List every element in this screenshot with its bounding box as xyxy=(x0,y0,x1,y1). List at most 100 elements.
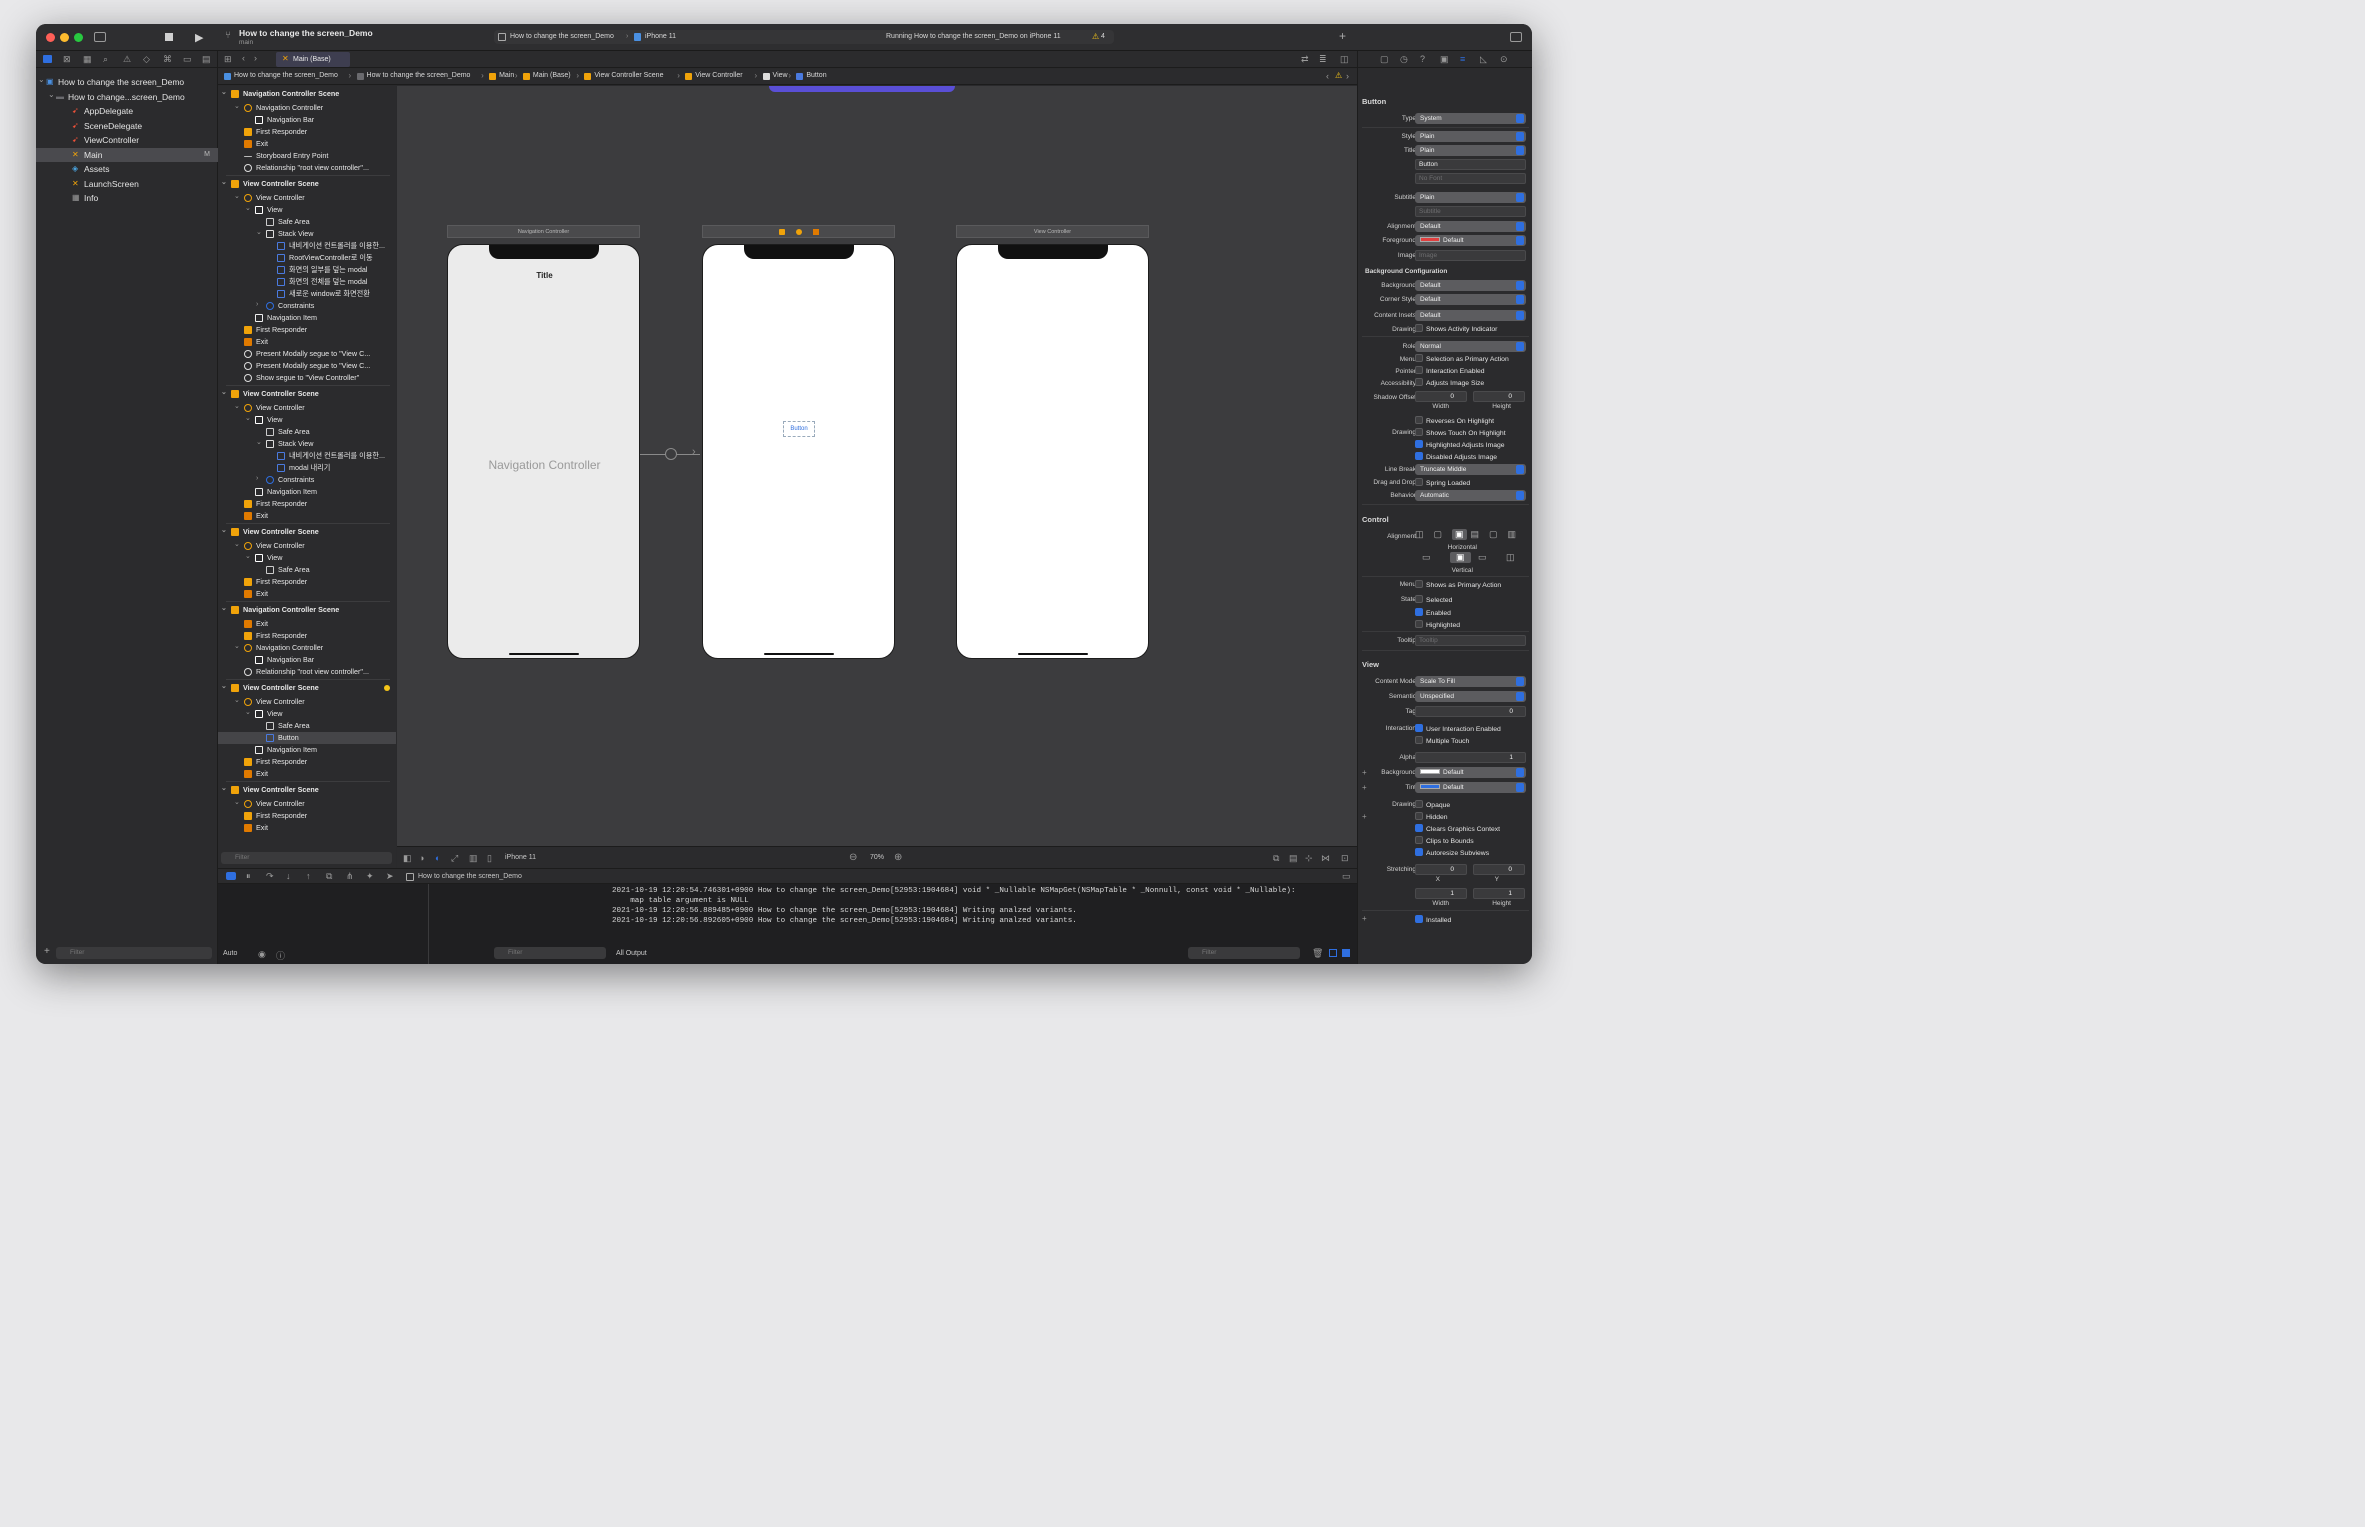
outline-item[interactable]: ⌄ View Controller xyxy=(218,798,396,810)
disclosure-icon[interactable]: ⌄ xyxy=(234,540,240,551)
breakpoint-icon[interactable]: ▭ xyxy=(183,54,192,65)
warning-dot-icon[interactable] xyxy=(384,685,390,691)
outline-item[interactable]: Safe Area xyxy=(218,720,396,732)
outline-item[interactable]: First Responder xyxy=(218,810,396,822)
disclosure-icon[interactable]: ⌄ xyxy=(245,708,251,719)
selected-checkbox[interactable]: Selected xyxy=(1415,595,1452,605)
outline-item[interactable]: Storyboard Entry Point xyxy=(218,150,396,162)
outline-item[interactable]: ⌄ View xyxy=(218,414,396,426)
outline-item[interactable]: First Responder xyxy=(218,126,396,138)
view-controller-scene[interactable] xyxy=(956,244,1149,659)
outline-item[interactable]: Navigation Bar xyxy=(218,114,396,126)
outline-item[interactable]: ⌄ Stack View xyxy=(218,228,396,240)
console-log[interactable]: 2021-10-19 12:20:54.746301+0900 How to c… xyxy=(218,884,1357,944)
disclosure-icon[interactable]: ⌄ xyxy=(245,414,251,425)
content-align-v-icon[interactable]: ▭ xyxy=(1422,552,1431,563)
navigator-item[interactable]: ✕ LaunchScreen xyxy=(36,177,218,191)
clips-checkbox[interactable]: Clips to Bounds xyxy=(1415,836,1474,846)
outline-item[interactable]: Present Modally segue to "View C... xyxy=(218,348,396,360)
exit-icon[interactable] xyxy=(813,229,819,235)
console-filter[interactable]: Filter xyxy=(1188,947,1300,959)
inspector-toggle-icon[interactable] xyxy=(1510,32,1522,42)
editor-options-icon[interactable]: ≣ xyxy=(1319,54,1327,65)
pointer-checkbox[interactable]: Interaction Enabled xyxy=(1415,366,1485,376)
history-icon[interactable]: ◷ xyxy=(1400,54,1408,65)
view-background-popup[interactable]: Default xyxy=(1415,767,1526,778)
grid-icon[interactable]: ⊞ xyxy=(224,54,232,65)
line-break-popup[interactable]: Truncate Middle xyxy=(1415,464,1526,475)
align-icon[interactable]: ▤ xyxy=(1289,853,1298,864)
add-variation-icon[interactable]: + xyxy=(1362,914,1367,923)
minimize-window-button[interactable] xyxy=(60,33,69,42)
tab-main-base[interactable]: ✕ Main (Base) xyxy=(276,52,350,67)
breadcrumb-item[interactable]: Main (Base) xyxy=(533,72,571,79)
disclosure-icon[interactable]: ⌄ xyxy=(38,73,45,87)
disclosure-icon[interactable]: ⌄ xyxy=(234,642,240,653)
outline-item[interactable]: › Constraints xyxy=(218,474,396,486)
clears-context-checkbox[interactable]: Clears Graphics Context xyxy=(1415,824,1500,834)
view-controller-scene[interactable]: Button xyxy=(702,244,895,659)
first-responder-icon[interactable] xyxy=(796,229,802,235)
step-into-icon[interactable]: ↓ xyxy=(286,871,291,881)
breadcrumb-item[interactable]: How to change the screen_Demo xyxy=(367,72,471,79)
attributes-icon[interactable]: ≡ xyxy=(1460,54,1465,64)
outline-item[interactable]: Safe Area xyxy=(218,426,396,438)
outline-item[interactable]: Exit xyxy=(218,336,396,348)
disclosure-icon[interactable]: ⌄ xyxy=(234,192,240,203)
alpha-field[interactable]: 1 xyxy=(1415,752,1526,763)
add-variation-icon[interactable]: + xyxy=(1362,768,1367,777)
outline-item[interactable]: Relationship "root view controller"... xyxy=(218,162,396,174)
trash-icon[interactable]: 🗑 xyxy=(1312,948,1323,959)
scene-title-bar[interactable]: Navigation Controller xyxy=(447,225,640,238)
location-icon[interactable]: ➤ xyxy=(386,871,394,882)
file-inspector-icon[interactable]: ▢ xyxy=(1380,54,1389,65)
navigator-item[interactable]: ✕ Main M xyxy=(36,147,218,162)
outline-item[interactable]: Safe Area xyxy=(218,564,396,576)
disclosure-icon[interactable]: ⌄ xyxy=(221,784,227,795)
issue-icon[interactable]: ⚠ xyxy=(123,54,131,65)
dark-mode-icon[interactable]: ◐ xyxy=(435,853,440,863)
content-mode-popup[interactable]: Scale To Fill xyxy=(1415,676,1526,687)
opaque-checkbox[interactable]: Opaque xyxy=(1415,800,1450,810)
semantic-popup[interactable]: Unspecified xyxy=(1415,691,1526,702)
shadow-width-field[interactable]: 0 xyxy=(1415,391,1467,402)
outline-item[interactable]: Exit xyxy=(218,510,396,522)
outline-item[interactable]: Navigation Item xyxy=(218,486,396,498)
shadow-height-field[interactable]: 0 xyxy=(1473,391,1525,402)
outline-scene[interactable]: ⌄ View Controller Scene xyxy=(218,178,396,190)
tooltip-field[interactable]: Tooltip xyxy=(1415,635,1526,646)
disabled-adjusts-checkbox[interactable]: Disabled Adjusts Image xyxy=(1415,452,1497,462)
content-align-v-icon[interactable]: ◫ xyxy=(1506,552,1515,563)
add-variation-icon[interactable]: + xyxy=(1362,812,1367,821)
zoom-in-icon[interactable]: ⊕ xyxy=(894,852,902,863)
navigator-item[interactable]: ▦ Info xyxy=(36,191,218,205)
report-icon[interactable]: ▤ xyxy=(202,54,211,65)
info-icon[interactable]: ⓘ xyxy=(276,949,285,962)
outline-scene[interactable]: ⌄ Navigation Controller Scene xyxy=(218,604,396,616)
storyboard-canvas[interactable]: Navigation Controller Title Navigation C… xyxy=(397,86,1357,846)
image-field[interactable]: Image xyxy=(1415,250,1526,261)
orientation-icon[interactable]: ⤢ xyxy=(451,853,458,864)
warning-icon[interactable]: ⚠ xyxy=(1335,71,1342,80)
outline-item[interactable]: Exit xyxy=(218,618,396,630)
search-icon[interactable]: ⌕ xyxy=(103,54,108,65)
disclosure-icon[interactable]: ⌄ xyxy=(221,682,227,693)
zoom-level[interactable]: 70% xyxy=(870,854,884,861)
navigator-item[interactable]: ◈ Assets xyxy=(36,162,218,176)
breadcrumb-item[interactable]: Main xyxy=(499,72,514,79)
outline-item[interactable]: Exit xyxy=(218,138,396,150)
split-left-icon[interactable] xyxy=(1329,949,1337,957)
background-popup[interactable]: Default xyxy=(1415,280,1526,291)
size-icon[interactable]: ◺ xyxy=(1480,54,1487,65)
outline-item[interactable]: 내비게이션 컨트롤러를 이용한... xyxy=(218,240,396,252)
split-right-icon[interactable] xyxy=(1342,949,1350,957)
user-interaction-checkbox[interactable]: User Interaction Enabled xyxy=(1415,724,1501,734)
disclosure-icon[interactable]: ⌄ xyxy=(221,178,227,189)
disclosure-icon[interactable]: ⌄ xyxy=(234,102,240,113)
outline-item[interactable]: Show segue to "View Controller" xyxy=(218,372,396,384)
behavior-popup[interactable]: Automatic xyxy=(1415,490,1526,501)
warning-icon[interactable]: ⚠ xyxy=(1092,32,1099,41)
resolve-icon[interactable]: ⋈ xyxy=(1321,853,1330,864)
outline-item[interactable]: Exit xyxy=(218,822,396,834)
outline-item[interactable]: 화면의 전체를 덮는 modal xyxy=(218,276,396,288)
